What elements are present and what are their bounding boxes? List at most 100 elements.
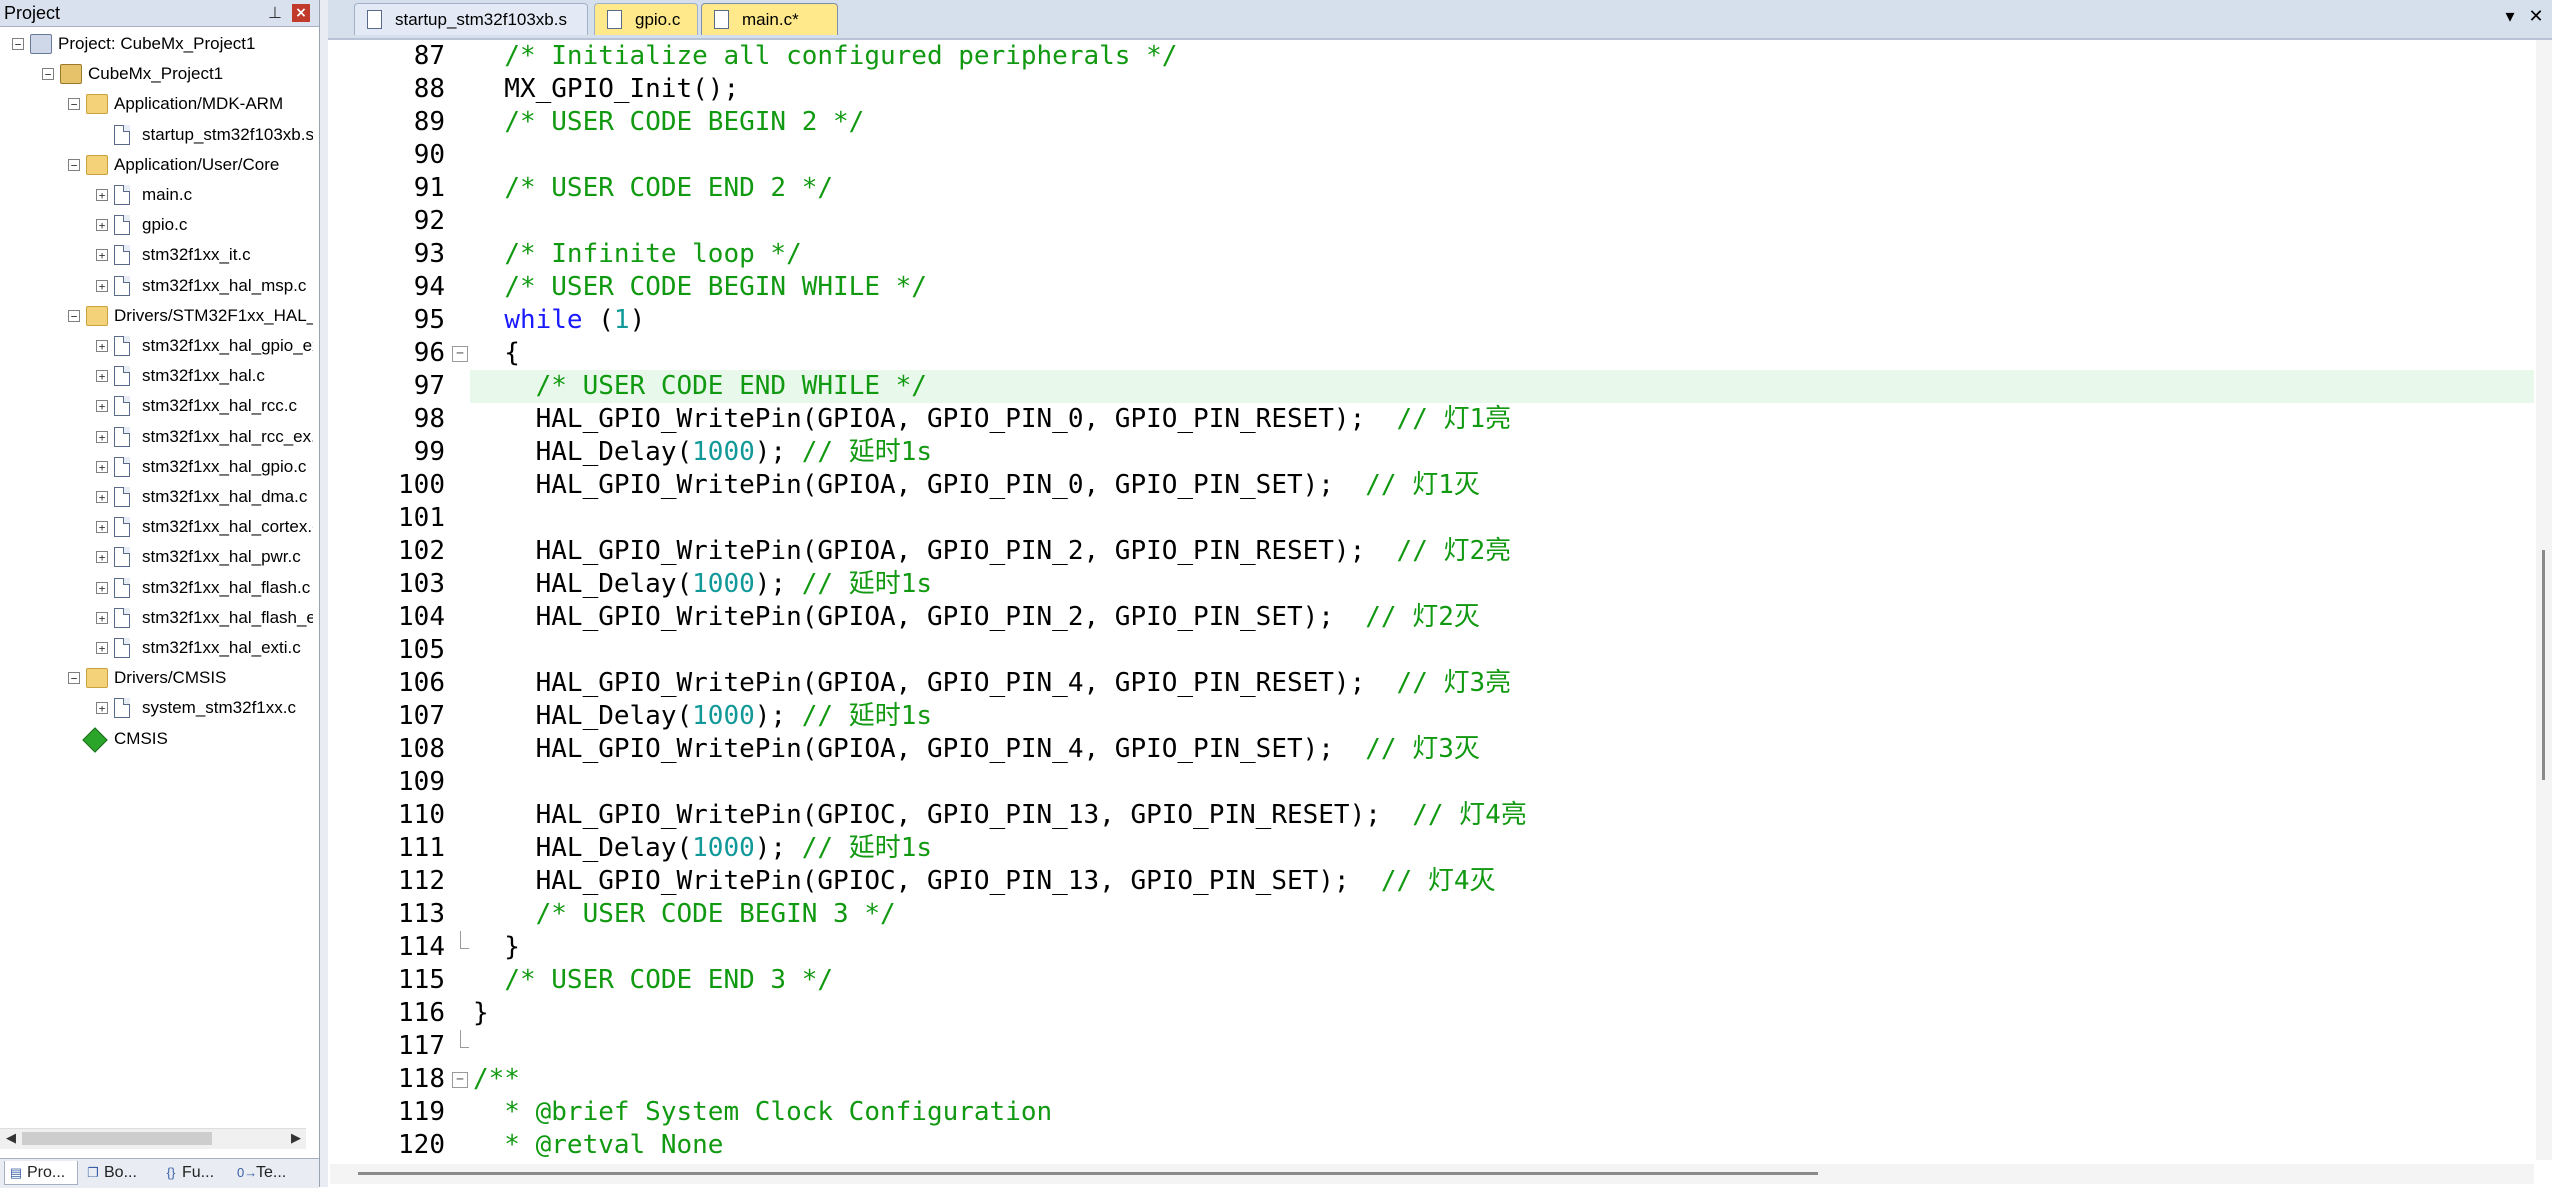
tree-item[interactable]: + main.c: [0, 181, 319, 211]
tree-item[interactable]: + system_stm32f1xx.c: [0, 694, 319, 724]
tree-item[interactable]: + gpio.c: [0, 211, 319, 241]
close-icon[interactable]: ×: [292, 4, 310, 22]
expand-icon[interactable]: +: [96, 551, 108, 564]
tree-item[interactable]: + stm32f1xx_hal_dma.c: [0, 483, 319, 513]
code-line[interactable]: 113 /* USER CODE BEGIN 3 */: [330, 898, 2530, 931]
tree-item[interactable]: startup_stm32f103xb.s: [0, 121, 319, 151]
code-line[interactable]: 104 HAL_GPIO_WritePin(GPIOA, GPIO_PIN_2,…: [330, 601, 2530, 634]
close-tab-icon[interactable]: ✕: [2524, 5, 2548, 29]
editor-vertical-scrollbar[interactable]: [2536, 40, 2552, 1160]
panel-tab[interactable]: {} Fu...: [160, 1161, 234, 1185]
code-editor[interactable]: 87 /* Initialize all configured peripher…: [330, 40, 2534, 1160]
expand-icon[interactable]: +: [96, 370, 108, 383]
editor-tab[interactable]: main.c*: [701, 3, 838, 35]
collapse-icon[interactable]: −: [12, 38, 24, 50]
code-line[interactable]: 106 HAL_GPIO_WritePin(GPIOA, GPIO_PIN_4,…: [330, 667, 2530, 700]
expand-icon[interactable]: +: [96, 642, 108, 654]
fold-toggle-icon[interactable]: −: [452, 1072, 468, 1088]
code-line[interactable]: 109: [330, 766, 2530, 799]
fold-toggle-icon[interactable]: −: [452, 346, 468, 362]
code-line[interactable]: 92: [330, 205, 2530, 238]
pin-icon[interactable]: ⊥: [266, 4, 284, 22]
editor-tab[interactable]: gpio.c: [594, 3, 698, 35]
expand-icon[interactable]: +: [96, 581, 108, 594]
code-line[interactable]: 116}: [330, 997, 2530, 1030]
editor-horizontal-scrollbar[interactable]: [330, 1164, 2534, 1184]
expand-icon[interactable]: +: [96, 611, 108, 624]
tree-item[interactable]: CMSIS: [0, 725, 319, 755]
code-line[interactable]: 99 HAL_Delay(1000); // 延时1s: [330, 436, 2530, 469]
code-line[interactable]: 112 HAL_GPIO_WritePin(GPIOC, GPIO_PIN_13…: [330, 865, 2530, 898]
code-line[interactable]: 108 HAL_GPIO_WritePin(GPIOA, GPIO_PIN_4,…: [330, 733, 2530, 766]
scrollbar-thumb[interactable]: [22, 1132, 212, 1145]
code-line[interactable]: 101: [330, 502, 2530, 535]
expand-icon[interactable]: +: [96, 189, 108, 201]
tree-item[interactable]: + stm32f1xx_hal_gpio.c: [0, 453, 319, 483]
code-line[interactable]: 93 /* Infinite loop */: [330, 238, 2530, 271]
tree-item[interactable]: − Application/MDK-ARM: [0, 90, 319, 120]
tree-item[interactable]: + stm32f1xx_hal_cortex.c: [0, 513, 319, 543]
code-line[interactable]: 94 /* USER CODE BEGIN WHILE */: [330, 271, 2530, 304]
code-line[interactable]: 110 HAL_GPIO_WritePin(GPIOC, GPIO_PIN_13…: [330, 799, 2530, 832]
collapse-icon[interactable]: −: [68, 309, 80, 322]
tree-item[interactable]: + stm32f1xx_hal_pwr.c: [0, 543, 319, 573]
code-line[interactable]: 100 HAL_GPIO_WritePin(GPIOA, GPIO_PIN_0,…: [330, 469, 2530, 502]
tree-item[interactable]: − Project: CubeMx_Project1: [0, 30, 319, 60]
collapse-icon[interactable]: −: [68, 672, 80, 685]
tree-item[interactable]: + stm32f1xx_hal_flash_ex.c: [0, 604, 319, 634]
tree-item[interactable]: − Drivers/STM32F1xx_HAL_Driver: [0, 302, 319, 332]
tree-item[interactable]: + stm32f1xx_it.c: [0, 241, 319, 271]
expand-icon[interactable]: +: [96, 430, 108, 443]
expand-icon[interactable]: +: [96, 491, 108, 503]
code-line[interactable]: 111 HAL_Delay(1000); // 延时1s: [330, 832, 2530, 865]
expand-icon[interactable]: +: [96, 460, 108, 473]
code-line[interactable]: 91 /* USER CODE END 2 */: [330, 172, 2530, 205]
expand-icon[interactable]: +: [96, 249, 108, 262]
scroll-right-icon[interactable]: ▶: [288, 1131, 304, 1147]
tree-item[interactable]: + stm32f1xx_hal.c: [0, 362, 319, 392]
expand-icon[interactable]: +: [96, 279, 108, 292]
code-line[interactable]: 103 HAL_Delay(1000); // 延时1s: [330, 568, 2530, 601]
code-line[interactable]: 87 /* Initialize all configured peripher…: [330, 40, 2530, 73]
code-line[interactable]: 90: [330, 139, 2530, 172]
panel-tab[interactable]: ❐ Bo...: [82, 1161, 156, 1185]
scrollbar-thumb[interactable]: [358, 1172, 1818, 1175]
tree-item[interactable]: − Application/User/Core: [0, 151, 319, 181]
tree-item[interactable]: − CubeMx_Project1: [0, 60, 319, 90]
code-line[interactable]: 120 * @retval None: [330, 1129, 2530, 1160]
tree-item[interactable]: + stm32f1xx_hal_msp.c: [0, 272, 319, 302]
code-line[interactable]: 102 HAL_GPIO_WritePin(GPIOA, GPIO_PIN_2,…: [330, 535, 2530, 568]
code-line[interactable]: 117: [330, 1030, 2530, 1063]
code-line[interactable]: 119 * @brief System Clock Configuration: [330, 1096, 2530, 1129]
tree-item[interactable]: + stm32f1xx_hal_flash.c: [0, 574, 319, 604]
expand-icon[interactable]: +: [96, 702, 108, 715]
code-line[interactable]: 95 while (1): [330, 304, 2530, 337]
expand-icon[interactable]: +: [96, 219, 108, 232]
code-line[interactable]: 97 /* USER CODE END WHILE */: [414, 370, 2534, 403]
collapse-icon[interactable]: −: [68, 98, 80, 111]
code-line[interactable]: 89 /* USER CODE BEGIN 2 */: [330, 106, 2530, 139]
code-line[interactable]: 96− {: [330, 337, 2530, 370]
expand-icon[interactable]: +: [96, 521, 108, 534]
scroll-left-icon[interactable]: ◀: [3, 1131, 19, 1147]
scrollbar-thumb[interactable]: [2542, 550, 2545, 780]
tree-item[interactable]: + stm32f1xx_hal_rcc_ex.c: [0, 423, 319, 453]
collapse-icon[interactable]: −: [42, 68, 54, 81]
tree-item[interactable]: + stm32f1xx_hal_gpio_ex.c: [0, 332, 319, 362]
tree-item[interactable]: + stm32f1xx_hal_exti.c: [0, 634, 319, 664]
tree-item[interactable]: − Drivers/CMSIS: [0, 664, 319, 694]
editor-tab[interactable]: startup_stm32f103xb.s: [354, 3, 588, 35]
code-line[interactable]: 105: [330, 634, 2530, 667]
code-line[interactable]: 118−/**: [330, 1063, 2530, 1096]
expand-icon[interactable]: +: [96, 400, 108, 413]
tree-item[interactable]: + stm32f1xx_hal_rcc.c: [0, 392, 319, 422]
code-line[interactable]: 88 MX_GPIO_Init();: [330, 73, 2530, 106]
code-line[interactable]: 115 /* USER CODE END 3 */: [330, 964, 2530, 997]
collapse-icon[interactable]: −: [68, 158, 80, 171]
chevron-down-icon[interactable]: ▾: [2498, 5, 2522, 29]
panel-tab[interactable]: 0→ Te...: [234, 1161, 296, 1185]
code-line[interactable]: 107 HAL_Delay(1000); // 延时1s: [330, 700, 2530, 733]
expand-icon[interactable]: +: [96, 340, 108, 352]
code-line[interactable]: 114 }: [330, 931, 2530, 964]
code-line[interactable]: 98 HAL_GPIO_WritePin(GPIOA, GPIO_PIN_0, …: [330, 403, 2530, 436]
